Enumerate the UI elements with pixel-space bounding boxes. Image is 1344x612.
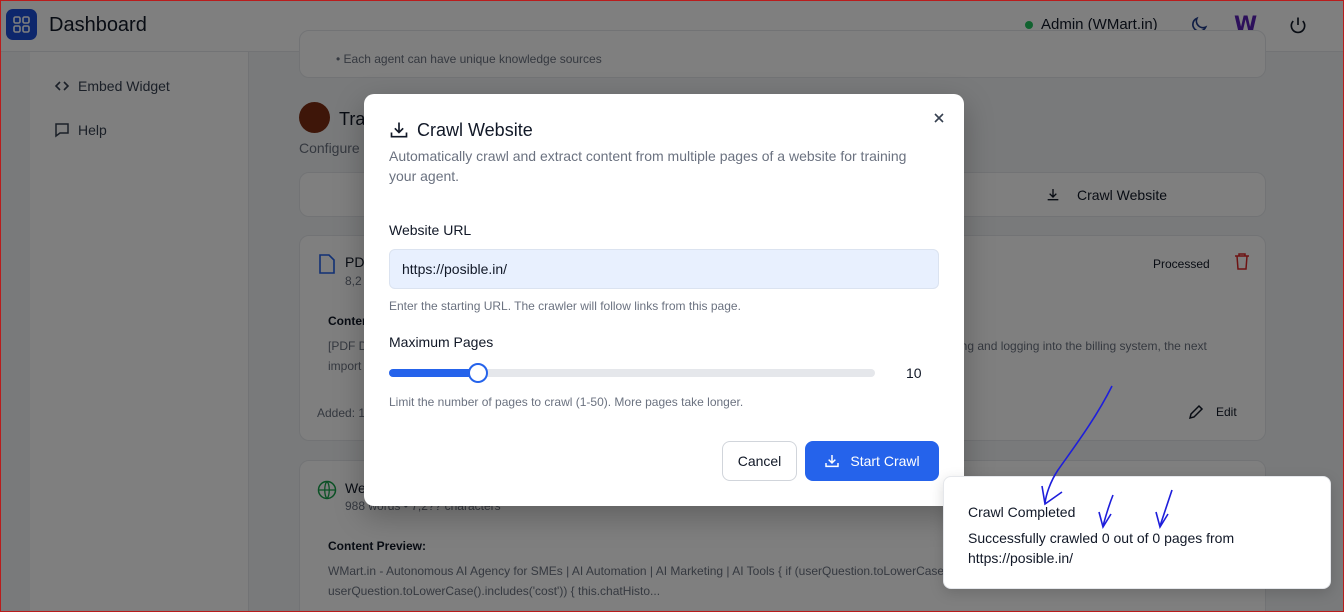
toast-title: Crawl Completed (968, 504, 1076, 520)
toast-message: Successfully crawled 0 out of 0 pages fr… (968, 530, 1235, 566)
start-crawl-button[interactable]: Start Crawl (805, 441, 939, 481)
cancel-label: Cancel (737, 453, 782, 469)
crawl-website-dialog: Crawl Website Automatically crawl and ex… (364, 94, 964, 506)
max-pages-value: 10 (906, 365, 922, 381)
max-pages-hint: Limit the number of pages to crawl (1-50… (389, 395, 744, 409)
slider-thumb[interactable] (468, 363, 488, 383)
dialog-title: Crawl Website (417, 120, 533, 140)
download-icon (825, 455, 840, 468)
max-pages-slider[interactable] (389, 363, 875, 383)
cancel-button[interactable]: Cancel (722, 441, 797, 481)
close-icon[interactable] (931, 110, 947, 126)
url-hint: Enter the starting URL. The crawler will… (389, 299, 741, 313)
dialog-description: Automatically crawl and extract content … (389, 148, 907, 184)
slider-fill (389, 369, 478, 377)
max-pages-label: Maximum Pages (389, 334, 494, 350)
website-url-input[interactable] (389, 249, 939, 289)
download-icon (390, 122, 408, 138)
crawl-completed-toast: Crawl Completed Successfully crawled 0 o… (943, 476, 1331, 589)
url-field-label: Website URL (389, 222, 472, 238)
start-crawl-label: Start Crawl (850, 453, 920, 469)
